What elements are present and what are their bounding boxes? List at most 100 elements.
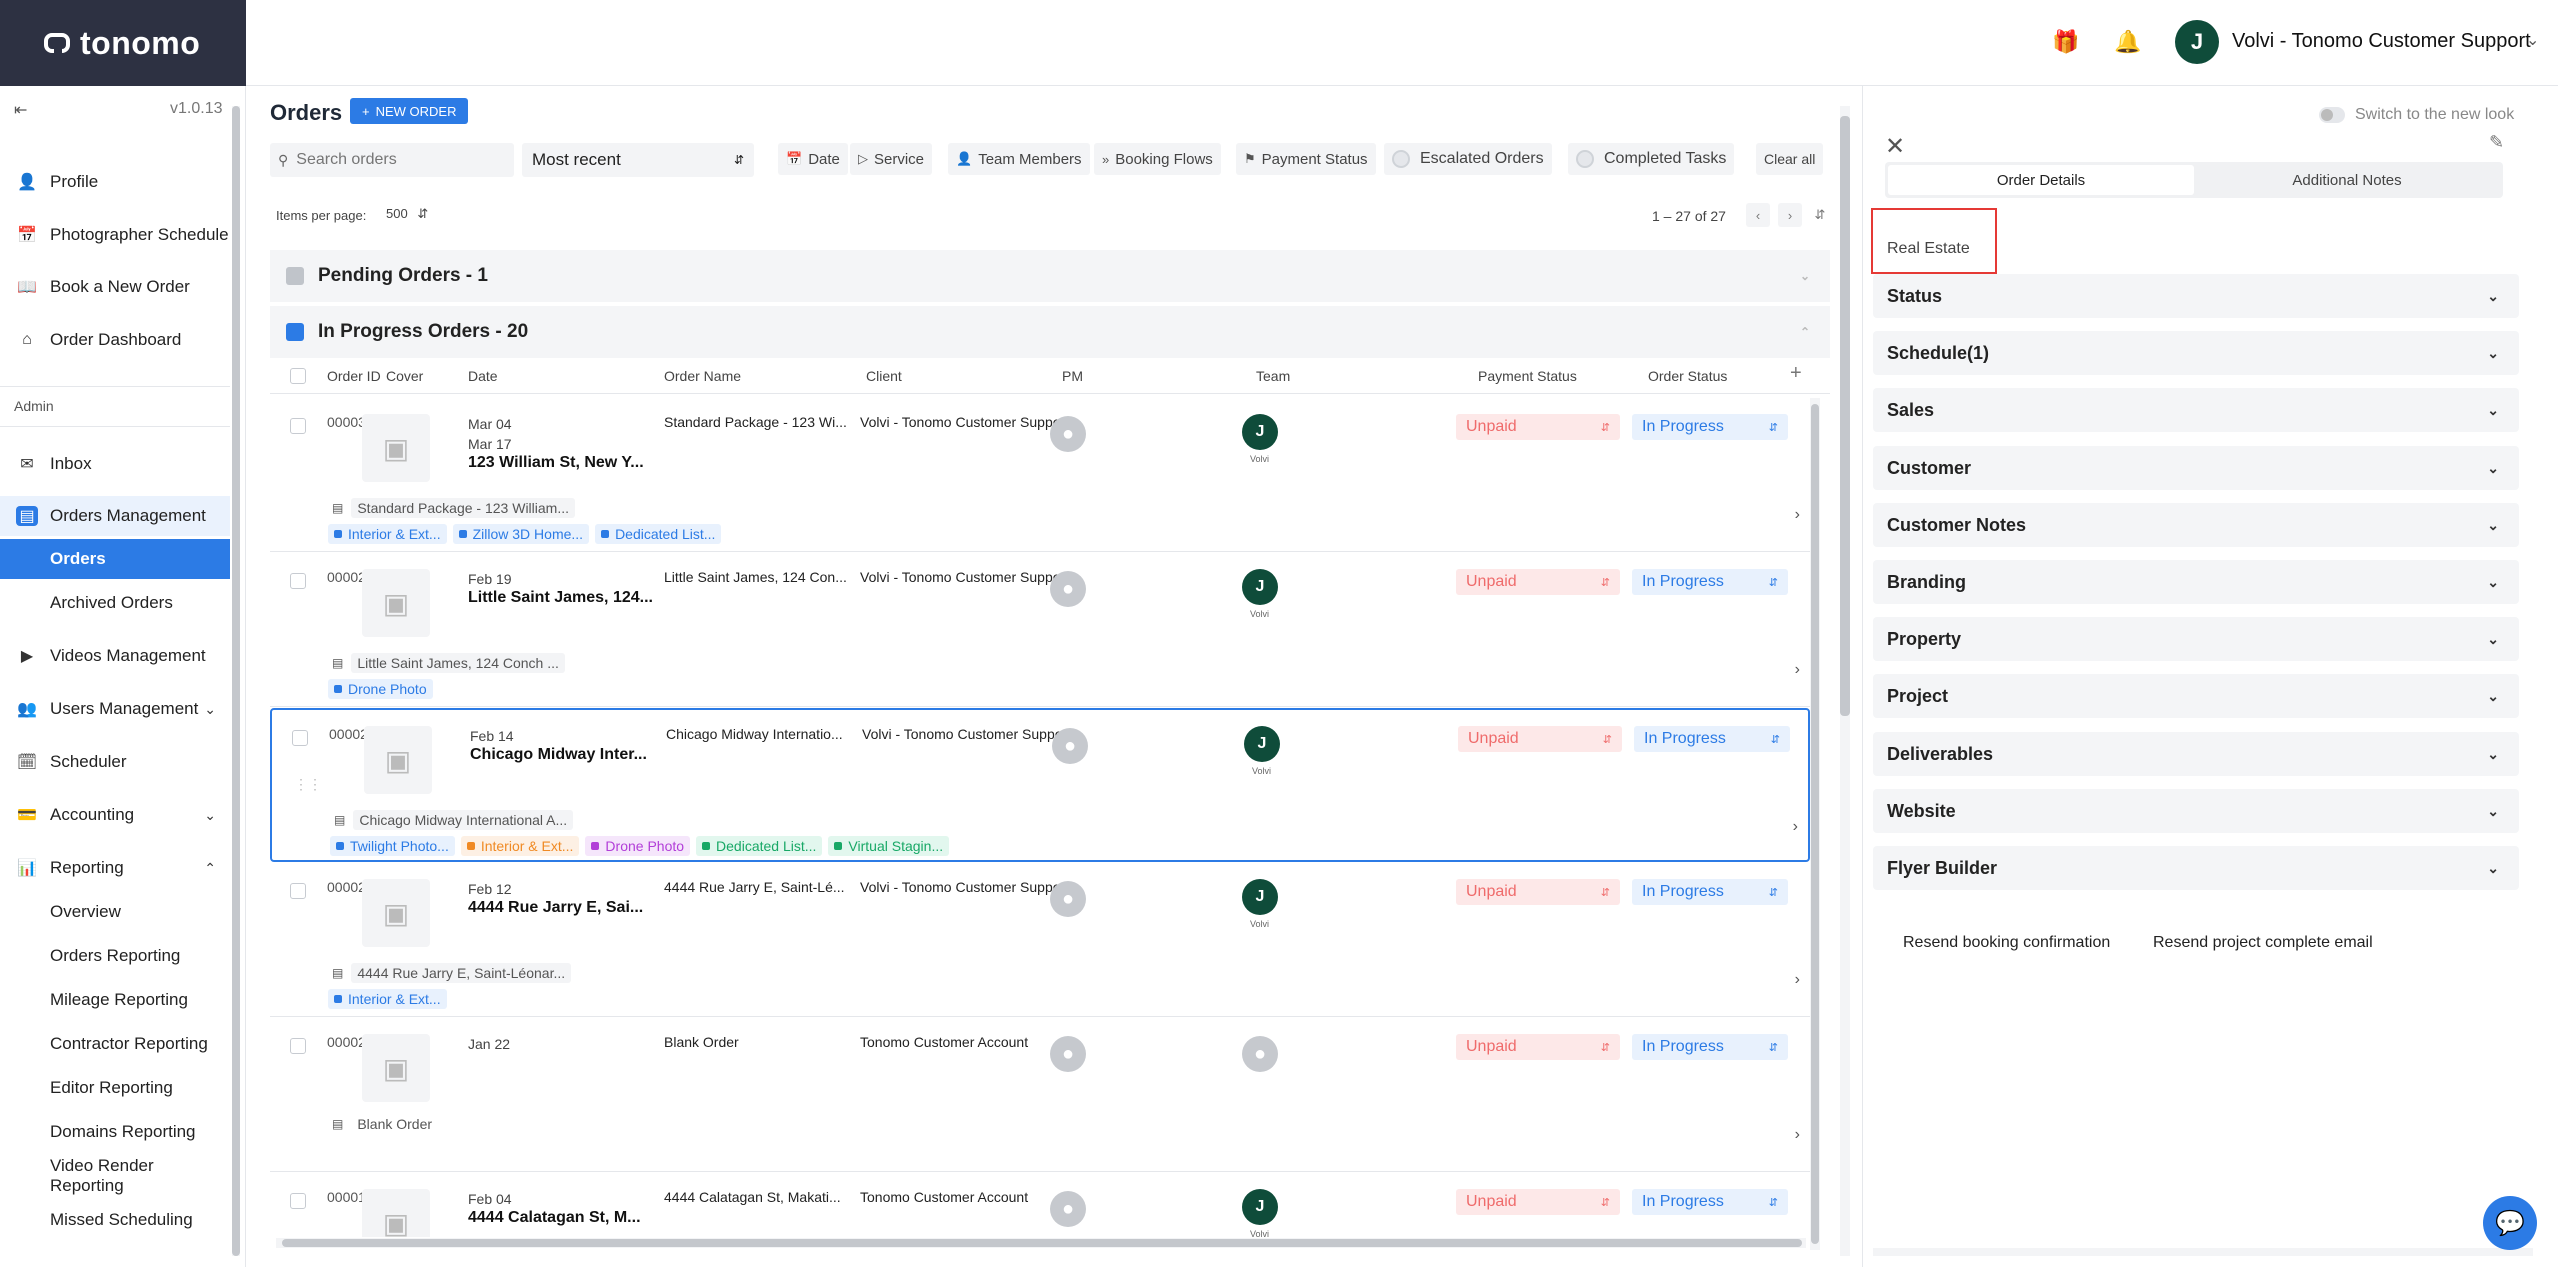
service-tag[interactable]: Twilight Photo... <box>330 836 455 856</box>
section-schedule[interactable]: Schedule(1) ⌄ <box>1873 331 2519 375</box>
search-input[interactable] <box>296 151 497 169</box>
table-row[interactable]: 000028 ▣ Feb 19 Little Saint James, 124.… <box>270 553 1810 707</box>
service-tag[interactable]: Dedicated List... <box>696 836 823 856</box>
team-avatar[interactable]: J <box>1242 414 1278 450</box>
sidebar-item-domains-reporting[interactable]: Domains Reporting <box>0 1112 230 1152</box>
table-row[interactable]: 000019 ▣ Feb 04 4444 Calatagan St, M... … <box>270 1173 1810 1237</box>
table-row[interactable]: 000025 ▣ Feb 12 4444 Rue Jarry E, Sai...… <box>270 863 1810 1017</box>
sidebar-item-profile[interactable]: 👤 Profile <box>0 162 230 202</box>
order-status-select[interactable]: In Progress ⇵ <box>1632 414 1788 440</box>
payment-status-select[interactable]: Unpaid ⇵ <box>1456 1189 1620 1215</box>
team-avatar[interactable]: J <box>1244 726 1280 762</box>
gift-icon[interactable]: 🎁 <box>2052 28 2080 56</box>
sidebar-item-reporting[interactable]: 📊 Reporting ⌃ <box>0 848 230 888</box>
service-tag[interactable]: Zillow 3D Home... <box>452 524 590 544</box>
toggle-switch[interactable] <box>2319 107 2345 123</box>
tab-order-details[interactable]: Order Details <box>1888 165 2194 195</box>
select-all-checkbox[interactable] <box>290 368 306 384</box>
payment-status-select[interactable]: Unpaid ⇵ <box>1456 569 1620 595</box>
order-address[interactable]: 4444 Calatagan St, M... <box>468 1209 641 1227</box>
logo[interactable]: tonomo <box>0 0 246 86</box>
row-checkbox[interactable] <box>290 883 306 899</box>
chevron-down-icon[interactable]: ⌄ <box>204 807 216 824</box>
section-status[interactable]: Status ⌄ <box>1873 274 2519 318</box>
sort-select[interactable]: Most recent ⇵ <box>522 143 754 177</box>
service-tag[interactable]: Drone Photo <box>328 679 433 699</box>
order-status-select[interactable]: In Progress ⇵ <box>1634 726 1790 752</box>
section-deliverables[interactable]: Deliverables ⌄ <box>1873 732 2519 776</box>
close-icon[interactable]: ✕ <box>1885 132 1905 161</box>
service-tag[interactable]: Virtual Stagin... <box>828 836 950 856</box>
payment-status-select[interactable]: Unpaid ⇵ <box>1456 414 1620 440</box>
section-sales[interactable]: Sales ⌄ <box>1873 388 2519 432</box>
sort-toggle[interactable]: ⇵ <box>1812 203 1828 227</box>
order-status-select[interactable]: In Progress ⇵ <box>1632 1189 1788 1215</box>
order-address[interactable]: Chicago Midway Inter... <box>470 746 647 764</box>
pencil-icon[interactable]: ✎ <box>2489 132 2504 153</box>
sidebar-item-users-management[interactable]: 👥 Users Management ⌄ <box>0 689 230 729</box>
sidebar-item-overview[interactable]: Overview <box>0 892 230 932</box>
payment-status-select[interactable]: Unpaid ⇵ <box>1458 726 1622 752</box>
filter-team-members[interactable]: 👤 Team Members <box>948 143 1090 175</box>
add-column-icon[interactable]: + <box>1790 362 1802 385</box>
toggle-escalated-orders[interactable]: Escalated Orders <box>1384 143 1552 175</box>
team-avatar[interactable]: J <box>1242 879 1278 915</box>
group-pending-orders[interactable]: Pending Orders - 1 ⌄ <box>270 250 1830 302</box>
prev-page-button[interactable]: ‹ <box>1746 203 1770 227</box>
column-header[interactable]: Team <box>1256 368 1290 384</box>
pm-avatar-placeholder-icon[interactable]: ● <box>1050 881 1086 917</box>
main-scrollbar[interactable] <box>1840 116 1850 716</box>
row-checkbox[interactable] <box>292 730 308 746</box>
table-vertical-scrollbar[interactable] <box>1811 404 1819 1244</box>
column-header[interactable]: Order Status <box>1648 368 1727 384</box>
chat-icon[interactable]: 💬 <box>2483 1196 2537 1250</box>
section-property[interactable]: Property ⌄ <box>1873 617 2519 661</box>
items-per-page-select[interactable]: 500 ⇵ <box>386 206 428 222</box>
section-customer-notes[interactable]: Customer Notes ⌄ <box>1873 503 2519 547</box>
team-avatar[interactable]: J <box>1242 569 1278 605</box>
pm-avatar-placeholder-icon[interactable]: ● <box>1050 1191 1086 1227</box>
table-row[interactable]: ⋮⋮ 000027 ▣ Feb 14 Chicago Midway Inter.… <box>270 708 1810 862</box>
table-row[interactable]: 000023 ▣ Jan 22 Blank Order Tonomo Custo… <box>270 1018 1810 1172</box>
order-status-select[interactable]: In Progress ⇵ <box>1632 1034 1788 1060</box>
sidebar-item-archived-orders[interactable]: Archived Orders <box>0 583 230 623</box>
pm-avatar-placeholder-icon[interactable]: ● <box>1050 571 1086 607</box>
filter-service[interactable]: ▷ Service <box>850 143 933 175</box>
sidebar-scrollbar[interactable] <box>232 106 240 1256</box>
table-row[interactable]: 000030 ▣ Mar 04 Mar 17 123 William St, Ne… <box>270 398 1810 552</box>
team-avatar-placeholder-icon[interactable]: ● <box>1242 1036 1278 1072</box>
filter-payment-status[interactable]: ⚑ Payment Status <box>1236 143 1376 175</box>
payment-status-select[interactable]: Unpaid ⇵ <box>1456 1034 1620 1060</box>
service-tag[interactable]: Dedicated List... <box>595 524 722 544</box>
row-checkbox[interactable] <box>290 573 306 589</box>
collapse-sidebar-icon[interactable]: ⇤ <box>14 100 27 120</box>
chevron-up-icon[interactable]: ⌃ <box>204 860 216 877</box>
section-customer[interactable]: Customer ⌄ <box>1873 446 2519 490</box>
sidebar-item-orders[interactable]: Orders <box>0 539 230 579</box>
column-header[interactable]: Order Name <box>664 368 741 384</box>
toggle-switch[interactable] <box>1576 150 1594 168</box>
pm-avatar-placeholder-icon[interactable]: ● <box>1050 416 1086 452</box>
chevron-right-icon[interactable]: › <box>1795 506 1800 524</box>
sidebar-item-order-dashboard[interactable]: ⌂ Order Dashboard <box>0 320 230 360</box>
sidebar-item-photographer-schedule[interactable]: 📅 Photographer Schedule <box>0 215 230 255</box>
order-status-select[interactable]: In Progress ⇵ <box>1632 569 1788 595</box>
column-header[interactable]: PM <box>1062 368 1083 384</box>
sidebar-item-contractor-reporting[interactable]: Contractor Reporting <box>0 1024 230 1064</box>
sidebar-item-video-render-reporting[interactable]: Video Render Reporting <box>0 1156 230 1196</box>
order-address[interactable]: Little Saint James, 124... <box>468 589 653 607</box>
chevron-up-icon[interactable]: ⌃ <box>1800 325 1810 339</box>
sidebar-item-scheduler[interactable]: 🗓 Scheduler <box>0 742 230 782</box>
pm-avatar-placeholder-icon[interactable]: ● <box>1050 1036 1086 1072</box>
toggle-completed-tasks[interactable]: Completed Tasks <box>1568 143 1735 175</box>
sidebar-item-orders-management[interactable]: ▤ Orders Management <box>0 496 230 536</box>
group-in-progress-orders[interactable]: In Progress Orders - 20 ⌃ <box>270 306 1830 358</box>
section-website[interactable]: Website ⌄ <box>1873 789 2519 833</box>
chevron-right-icon[interactable]: › <box>1795 661 1800 679</box>
filter-date[interactable]: 📅 Date <box>778 143 848 175</box>
chevron-down-icon[interactable]: ⌄ <box>1800 269 1810 283</box>
resend-booking-confirmation-button[interactable]: Resend booking confirmation <box>1903 934 2110 952</box>
filter-booking-flows[interactable]: » Booking Flows <box>1094 143 1221 175</box>
column-header[interactable]: Date <box>468 368 498 384</box>
service-tag[interactable]: Interior & Ext... <box>328 989 447 1009</box>
